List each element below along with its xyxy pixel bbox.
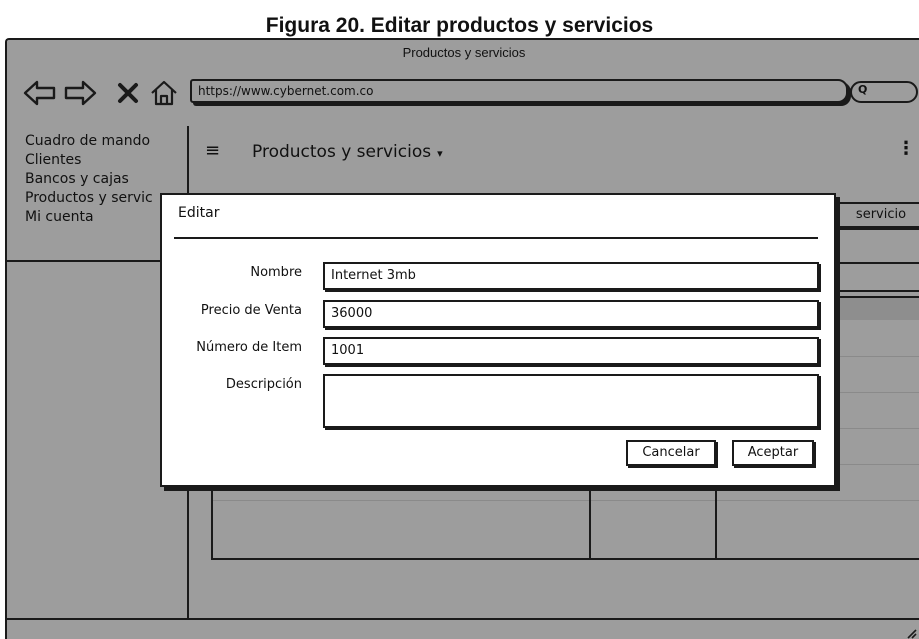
sidebar-item-cuadro-de-mando[interactable]: Cuadro de mando (7, 132, 153, 151)
precio-de-venta-field[interactable]: 36000 (323, 300, 819, 328)
status-bar (7, 618, 919, 639)
more-options-icon[interactable]: ⋮ (897, 138, 915, 159)
cancel-button[interactable]: Cancelar (626, 440, 716, 466)
sidebar-item-mi-cuenta[interactable]: Mi cuenta (7, 208, 153, 227)
accept-button[interactable]: Aceptar (732, 440, 814, 466)
precio-de-venta-label: Precio de Venta (200, 303, 302, 318)
sidebar-item-clientes[interactable]: Clientes (7, 151, 153, 170)
hamburger-menu-icon[interactable]: ≡ (205, 140, 220, 161)
descripcion-label: Descripción (225, 377, 302, 392)
search-button[interactable]: Q (850, 81, 918, 103)
close-icon[interactable] (117, 80, 139, 106)
page-title-text: Productos y servicios (252, 142, 432, 162)
sidebar-item-bancos-y-cajas[interactable]: Bancos y cajas (7, 170, 153, 189)
add-service-button[interactable]: servicio (829, 202, 919, 228)
nombre-label: Nombre (250, 265, 302, 280)
nombre-field[interactable]: Internet 3mb (323, 262, 819, 290)
app-header: ≡ Productos y servicios ▾ ⋮ (187, 126, 919, 178)
browser-title-bar: Productos y servicios https://www.cybern… (7, 40, 919, 126)
dialog-title: Editar (178, 205, 220, 221)
dialog-divider (174, 237, 818, 239)
home-icon[interactable] (149, 80, 179, 106)
table-row (213, 500, 919, 501)
descripcion-field[interactable] (323, 374, 819, 428)
numero-de-item-field[interactable]: 1001 (323, 337, 819, 365)
edit-dialog: Editar Nombre Internet 3mb Precio de Ven… (160, 193, 836, 487)
window-title: Productos y servicios (402, 45, 526, 60)
forward-arrow-icon[interactable] (63, 80, 97, 106)
sidebar-item-productos-y-servicios[interactable]: Productos y servic (7, 189, 153, 208)
url-input[interactable]: https://www.cybernet.com.co (190, 79, 848, 103)
numero-de-item-label: Número de Item (196, 340, 302, 355)
page-title[interactable]: Productos y servicios ▾ (252, 142, 443, 162)
resize-grip-icon[interactable] (905, 627, 917, 639)
back-arrow-icon[interactable] (23, 80, 57, 106)
chevron-down-icon: ▾ (437, 147, 443, 160)
search-icon: Q (858, 83, 868, 96)
search-filter-input[interactable] (829, 262, 919, 292)
figure-caption: Figura 20. Editar productos y servicios (265, 14, 654, 37)
